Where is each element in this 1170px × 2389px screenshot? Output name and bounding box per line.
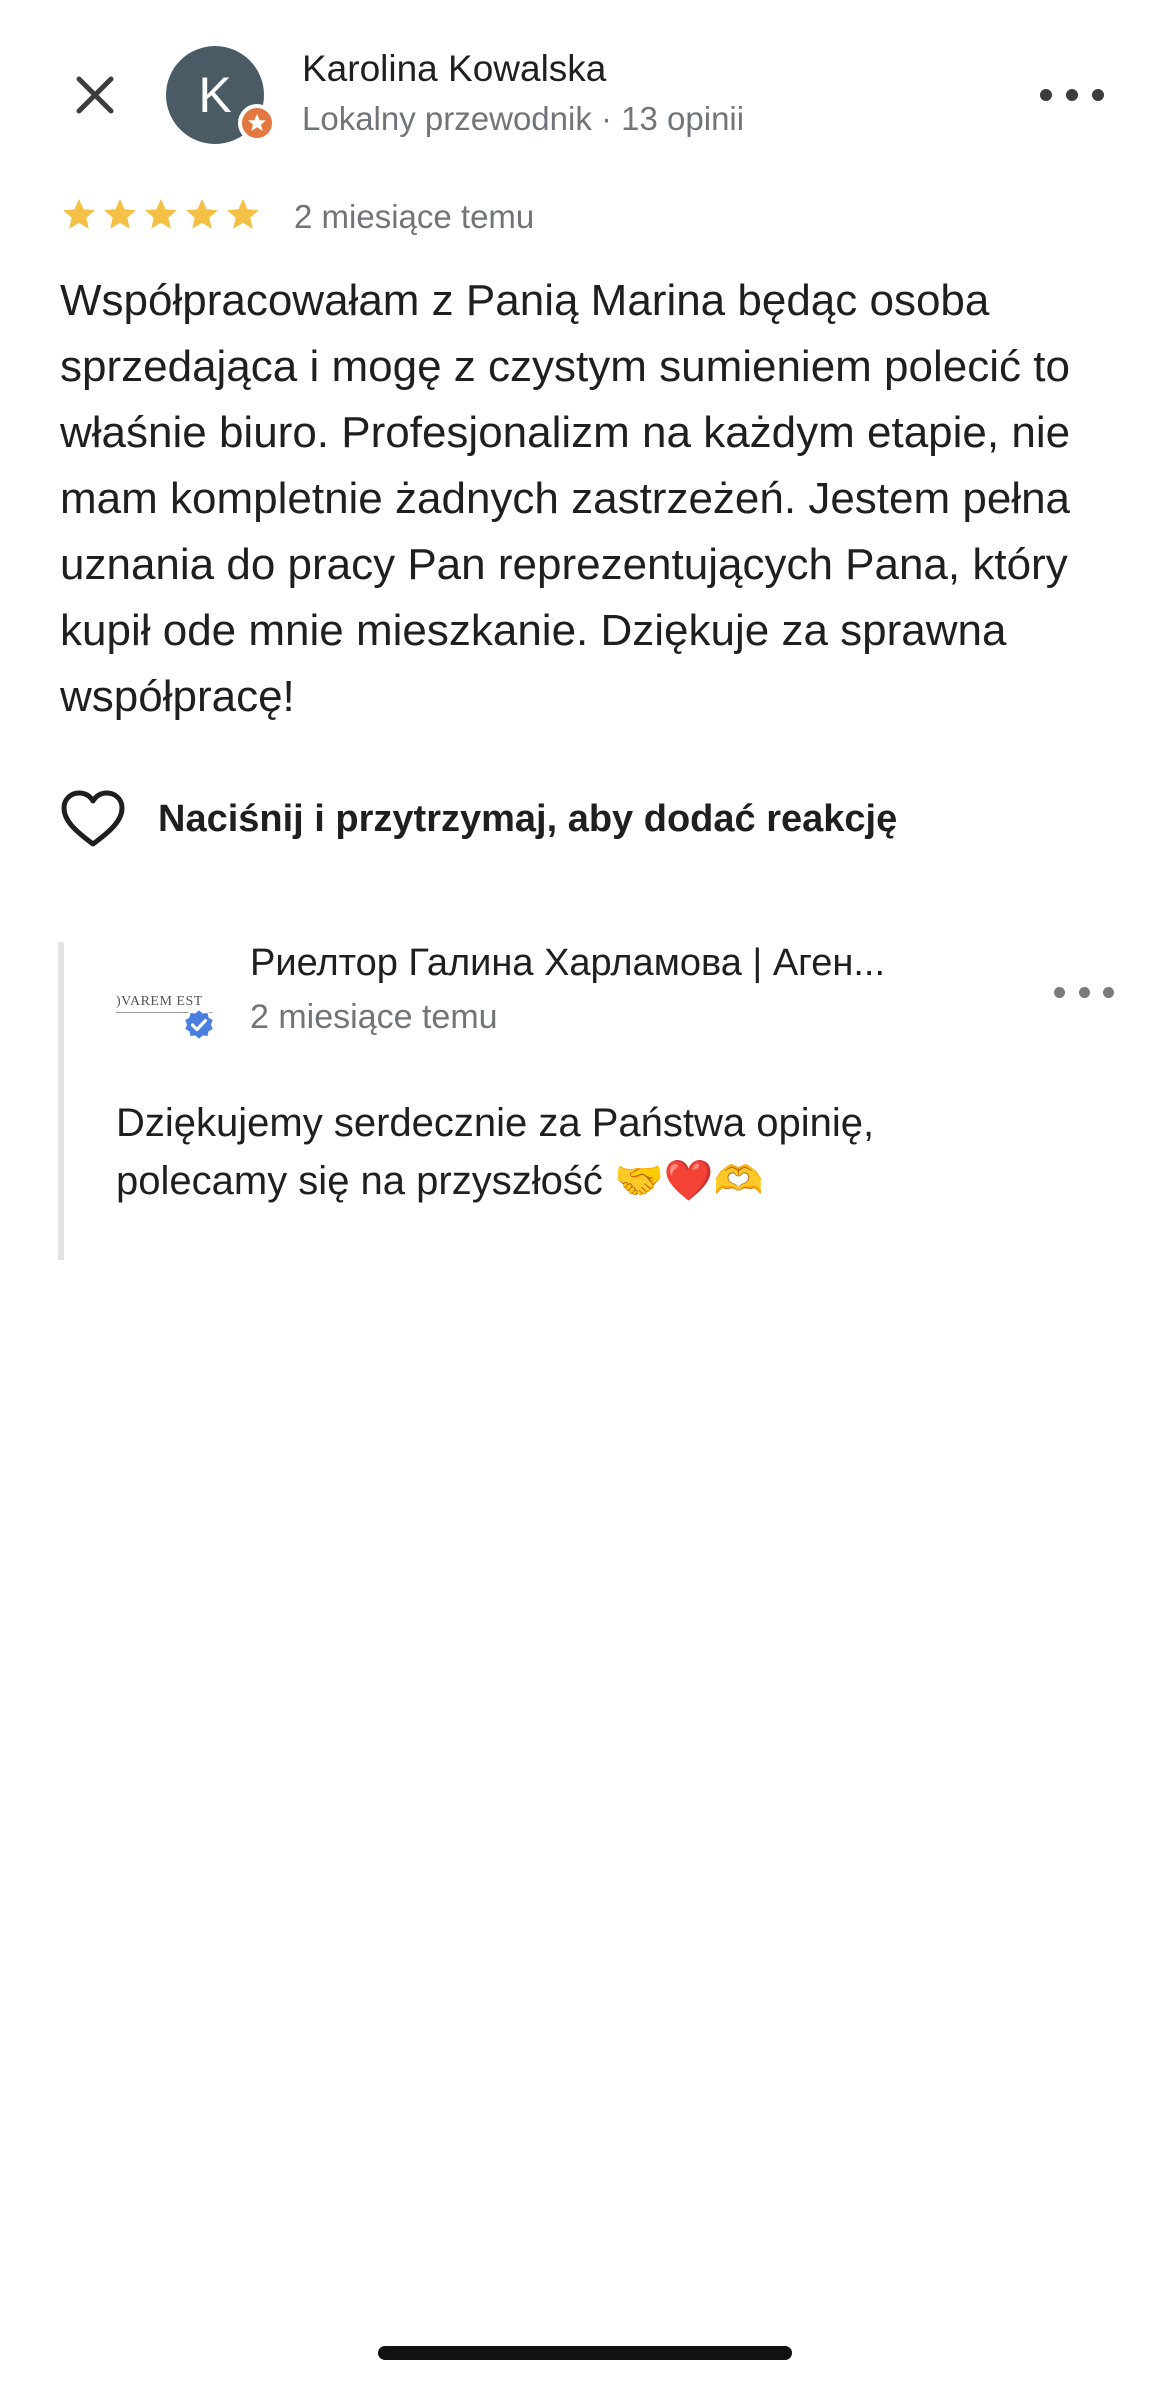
star-icon: [63, 198, 95, 229]
owner-name[interactable]: Риелтор Галина Харламова | Аген...: [250, 942, 1010, 985]
owner-more-options-button[interactable]: [1054, 980, 1114, 1004]
reviewer-name[interactable]: Karolina Kowalska: [302, 48, 606, 90]
verified-badge-icon: [182, 1008, 216, 1042]
add-reaction-button[interactable]: Naciśnij i przytrzymaj, aby dodać reakcj…: [60, 790, 897, 848]
star-icon: [104, 198, 136, 229]
more-dot: [1040, 89, 1052, 101]
more-dot: [1078, 986, 1090, 998]
close-button[interactable]: [66, 66, 124, 124]
more-dot: [1092, 89, 1104, 101]
star-rating: [60, 196, 262, 234]
star-icon: [227, 198, 259, 229]
heart-outline-icon: [61, 790, 125, 847]
review-date: 2 miesiące temu: [294, 198, 535, 235]
owner-response-text: Dziękujemy serdecznie za Państwa opinię,…: [116, 1101, 875, 1203]
more-dot: [1103, 986, 1114, 998]
reaction-label: Naciśnij i przytrzymaj, aby dodać reakcj…: [158, 797, 898, 840]
owner-response-date: 2 miesiące temu: [250, 998, 498, 1036]
close-icon: [76, 76, 114, 114]
review-text: Współpracowałam z Panią Marina będąc oso…: [60, 276, 1071, 721]
more-options-button[interactable]: [1040, 80, 1104, 110]
star-icon: [186, 198, 218, 229]
reviewer-meta: Lokalny przewodnik · 13 opinii: [302, 100, 745, 137]
local-guide-star-icon: [248, 114, 266, 131]
home-indicator[interactable]: [378, 2346, 792, 2360]
local-guide-badge: [238, 104, 276, 142]
avatar-initial: K: [198, 67, 232, 123]
more-dot: [1054, 986, 1065, 998]
owner-response: )VAREM EST Риелтор Галина Харламова | Аг…: [58, 942, 1124, 1260]
more-dot: [1066, 89, 1078, 101]
star-icon: [145, 198, 177, 229]
